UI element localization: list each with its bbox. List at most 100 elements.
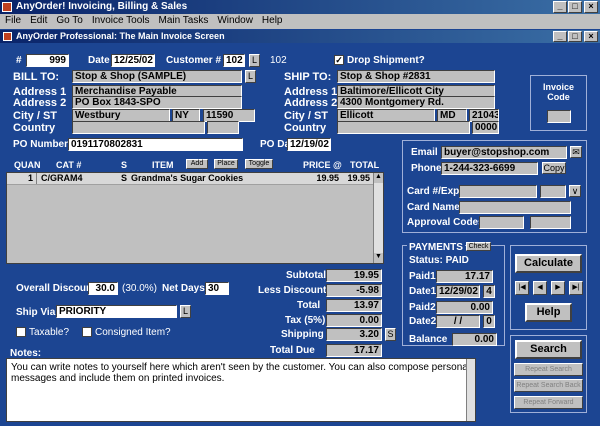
menu-help[interactable]: Help xyxy=(257,14,287,26)
repeat-forward-button[interactable]: Repeat Forward xyxy=(514,396,583,409)
notes-scrollbar[interactable] xyxy=(466,359,475,421)
table-row[interactable]: 1 C/GRAM4 S Grandma's Sugar Cookies 19.9… xyxy=(7,173,383,185)
menu-goto[interactable]: Go To xyxy=(51,14,87,26)
date1-field[interactable]: 12/29/02 xyxy=(436,285,480,298)
col-quan-header: QUAN xyxy=(14,160,41,170)
date2-num-field[interactable]: 0 xyxy=(483,315,495,328)
menu-file[interactable]: File xyxy=(0,14,25,26)
child-close-button[interactable]: × xyxy=(584,31,598,42)
email-send-icon[interactable]: ✉ xyxy=(570,146,582,158)
ship-address2-field[interactable]: 4300 Montgomery Rd. xyxy=(337,96,495,109)
menu-invoice-tools[interactable]: Invoice Tools xyxy=(87,14,154,26)
ship-city-label: City / ST xyxy=(284,110,329,122)
invoice-number-field[interactable]: 999 xyxy=(26,54,69,67)
app-title: AnyOrder! Invoicing, Billing & Sales xyxy=(16,1,188,12)
net-days-field[interactable]: 30 xyxy=(205,282,229,295)
card-number-field[interactable] xyxy=(459,185,537,198)
date1-num-field[interactable]: 4 xyxy=(483,285,495,298)
repeat-search-button[interactable]: Repeat Search xyxy=(514,363,583,376)
card-type-dropdown[interactable]: ∨ xyxy=(569,185,581,197)
last-record-button[interactable]: ▶| xyxy=(569,281,583,295)
date-field[interactable]: 12/25/02 xyxy=(111,54,155,67)
child-title-bar: AnyOrder Professional: The Main Invoice … xyxy=(0,30,600,43)
check-button[interactable]: Check xyxy=(466,242,491,251)
drop-shipment-checkbox[interactable]: ✓ xyxy=(334,55,344,65)
minimize-button[interactable]: _ xyxy=(553,1,567,13)
child-minimize-button[interactable]: _ xyxy=(553,31,567,42)
search-button[interactable]: Search xyxy=(515,340,582,359)
scroll-up-icon[interactable]: ▲ xyxy=(374,173,383,183)
calculate-button[interactable]: Calculate xyxy=(515,254,582,273)
approval-code2-field[interactable] xyxy=(530,216,571,229)
child-title: AnyOrder Professional: The Main Invoice … xyxy=(16,31,225,41)
approval-code1-field[interactable] xyxy=(479,216,524,229)
less-discount-label: Less Discount xyxy=(258,285,327,296)
row-cat: C/GRAM4 xyxy=(41,173,83,183)
close-button[interactable]: × xyxy=(584,1,598,13)
invoice-number-label: # xyxy=(16,55,22,66)
menu-main-tasks[interactable]: Main Tasks xyxy=(154,14,213,26)
consigned-checkbox[interactable] xyxy=(82,327,92,337)
row-total: 19.95 xyxy=(347,173,370,183)
child-maximize-button[interactable]: □ xyxy=(568,31,582,42)
customer-field[interactable]: 102 xyxy=(223,54,245,67)
notes-textarea[interactable]: You can write notes to yourself here whi… xyxy=(6,358,476,422)
shipping-label: Shipping xyxy=(281,329,324,340)
bill-country-code-field[interactable] xyxy=(207,121,239,134)
total-due-label: Total Due xyxy=(270,345,315,356)
card-exp-field[interactable] xyxy=(540,185,566,198)
app-icon[interactable] xyxy=(2,2,12,12)
bill-to-lookup-button[interactable]: L xyxy=(245,70,256,83)
ship-via-field[interactable]: PRIORITY xyxy=(56,305,177,318)
line-items-grid[interactable]: 1 C/GRAM4 S Grandma's Sugar Cookies 19.9… xyxy=(6,172,384,264)
next-record-button[interactable]: ▶ xyxy=(551,281,565,295)
scroll-down-icon[interactable]: ▼ xyxy=(374,253,383,263)
taxable-checkbox[interactable] xyxy=(16,327,26,337)
customer-id-display: 102 xyxy=(270,55,287,66)
card-name-field[interactable] xyxy=(459,201,571,214)
maximize-button[interactable]: □ xyxy=(568,1,582,13)
total-due-field: 17.17 xyxy=(326,344,382,357)
paid2-label: Paid2 xyxy=(409,302,436,313)
overall-discount-label: Overall Discount xyxy=(16,283,96,294)
child-icon[interactable] xyxy=(3,32,12,41)
ship-country-field[interactable] xyxy=(337,121,470,134)
shipping-field[interactable]: 3.20 xyxy=(326,328,382,341)
consigned-label: Consigned Item? xyxy=(95,327,171,338)
bill-to-name-field[interactable]: Stop & Shop (SAMPLE) xyxy=(72,70,242,83)
first-record-button[interactable]: |◀ xyxy=(515,281,529,295)
ship-to-name-field[interactable]: Stop & Shop #2831 xyxy=(337,70,495,83)
ship-zip-ext-field[interactable]: 0000 xyxy=(472,121,499,134)
overall-discount-field[interactable]: 30.0 xyxy=(88,282,118,295)
po-date-field[interactable]: 12/19/02 xyxy=(287,138,331,151)
shipping-calc-button[interactable]: S xyxy=(385,328,396,341)
menu-window[interactable]: Window xyxy=(212,14,257,26)
col-item-header: ITEM xyxy=(152,160,174,170)
invoice-code-field[interactable] xyxy=(547,110,571,123)
row-s: S xyxy=(121,173,128,183)
phone-field[interactable]: 1-244-323-6699 xyxy=(441,162,538,175)
ship-via-lookup-button[interactable]: L xyxy=(180,305,191,318)
balance-field[interactable]: 0.00 xyxy=(452,333,497,346)
col-s-header: S xyxy=(121,160,128,170)
grid-scrollbar[interactable]: ▲ ▼ xyxy=(373,173,383,263)
help-button[interactable]: Help xyxy=(525,303,572,322)
date2-field[interactable]: / / xyxy=(436,315,480,328)
add-item-button[interactable]: Add xyxy=(186,159,208,169)
customer-lookup-button[interactable]: L xyxy=(249,54,260,67)
prev-record-button[interactable]: ◀ xyxy=(533,281,547,295)
copy-button[interactable]: Copy xyxy=(542,162,566,174)
place-item-button[interactable]: Place xyxy=(214,159,238,169)
menu-edit[interactable]: Edit xyxy=(25,14,51,26)
bill-address2-field[interactable]: PO Box 1843-SPO xyxy=(72,96,242,109)
bill-country-field[interactable] xyxy=(72,121,205,134)
date1-label: Date1 xyxy=(409,286,437,297)
paid1-field[interactable]: 17.17 xyxy=(436,270,493,283)
ship-via-label: Ship Via xyxy=(16,307,56,318)
paid2-field[interactable]: 0.00 xyxy=(436,301,493,314)
po-number-field[interactable]: 0191170802831 xyxy=(68,138,243,151)
date2-label: Date2 xyxy=(409,316,437,327)
email-field[interactable]: buyer@stopshop.com xyxy=(441,146,567,159)
toggle-item-button[interactable]: Toggle xyxy=(245,159,273,169)
repeat-search-back-button[interactable]: Repeat Search Back xyxy=(514,379,583,392)
